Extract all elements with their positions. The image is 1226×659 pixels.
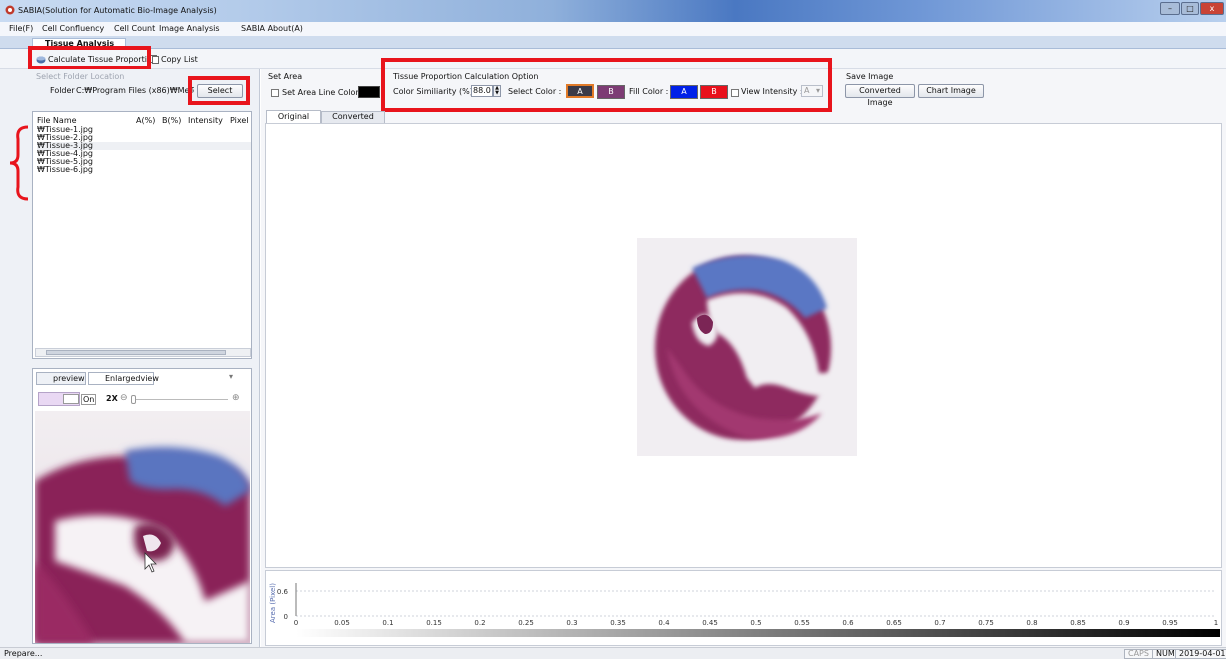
set-area-line-color-label: Set Area Line Color : bbox=[282, 88, 364, 97]
list-item[interactable]: ₩Tissue-6.jpg bbox=[37, 166, 251, 174]
status-bar: Prepare... CAPS NUM 2019-04-01 bbox=[0, 647, 1226, 659]
histogram-chart: Area (Pixel) 0.600 0.05 0.1 0.15 0.2 0.25 0.3 0.… bbox=[269, 583, 1220, 637]
file-list[interactable]: File Name A(%) B(%) Intensity Pixel ₩Tis… bbox=[32, 111, 252, 359]
chart-area: Area (Pixel) 0.6 0 0 0.05 0.1 0.15 0.2 0.25 0.3 0.… bbox=[265, 570, 1222, 646]
document-tab-strip: Tissue Analysis x bbox=[0, 36, 1226, 58]
x-tick-label: 0.7 bbox=[934, 619, 945, 627]
zoom-plus-icon[interactable]: ⊕ bbox=[232, 393, 240, 403]
x-tick-label: 0.45 bbox=[702, 619, 718, 627]
folder-group-label: Select Folder Location bbox=[36, 72, 125, 81]
dropdown-arrow-icon[interactable]: ▾ bbox=[229, 372, 233, 381]
save-chart-image-button[interactable]: Chart Image bbox=[918, 84, 984, 98]
x-tick-label: 0.2 bbox=[474, 619, 485, 627]
x-tick-label: 0.95 bbox=[1162, 619, 1178, 627]
tab-original-image[interactable]: Original Image bbox=[266, 110, 321, 132]
caps-indicator: CAPS bbox=[1124, 649, 1153, 659]
column-intensity[interactable]: Intensity bbox=[188, 116, 223, 125]
tab-preview[interactable]: preview bbox=[36, 372, 86, 385]
image-viewport[interactable] bbox=[265, 123, 1222, 568]
zoom-slider-thumb[interactable] bbox=[131, 395, 136, 404]
window-title: SABIA(Solution for Automatic Bio-Image A… bbox=[18, 6, 217, 15]
menu-image-analysis[interactable]: Image Analysis bbox=[159, 24, 220, 33]
folder-label: Folder bbox=[50, 86, 75, 95]
preview-pane: preview Enlargedview ▾ On 2X ⊖ ⊕ bbox=[32, 368, 252, 644]
x-tick-label: 0.25 bbox=[518, 619, 534, 627]
x-tick-label: 0.1 bbox=[382, 619, 393, 627]
intensity-gradient-bar bbox=[296, 629, 1220, 637]
scrollbar-thumb[interactable] bbox=[46, 350, 226, 355]
x-tick-label: 0.6 bbox=[842, 619, 854, 627]
column-b[interactable]: B(%) bbox=[162, 116, 181, 125]
x-tick-label: 0.8 bbox=[1026, 619, 1037, 627]
x-tick-label: 0.85 bbox=[1070, 619, 1086, 627]
x-tick-label: 0.5 bbox=[750, 619, 761, 627]
highlight-calculate-box bbox=[28, 46, 151, 70]
x-tick-label: 0.05 bbox=[334, 619, 350, 627]
status-text: Prepare... bbox=[4, 649, 43, 658]
highlight-option-box bbox=[381, 58, 832, 112]
date-indicator: 2019-04-01 bbox=[1175, 649, 1226, 659]
app-icon bbox=[5, 5, 15, 15]
x-tick-label: 1 bbox=[1214, 619, 1218, 627]
set-area-checkbox[interactable] bbox=[271, 89, 279, 97]
zoom-level: 2X bbox=[106, 394, 118, 403]
tab-converted-image[interactable]: Converted Image bbox=[321, 111, 385, 131]
tab-enlargedview[interactable]: Enlargedview bbox=[88, 372, 159, 385]
set-area-title: Set Area bbox=[268, 72, 303, 81]
column-pixel[interactable]: Pixel bbox=[230, 116, 249, 125]
zoom-slider[interactable] bbox=[132, 399, 228, 400]
x-tick-label: 0 bbox=[294, 619, 298, 627]
menu-cell-count[interactable]: Cell Count bbox=[114, 24, 155, 33]
copy-list-label: Copy List bbox=[161, 55, 198, 64]
menu-cell-confluency[interactable]: Cell Confluency bbox=[42, 24, 104, 33]
brace-annotation-icon bbox=[9, 125, 29, 201]
x-tick-label: 0.15 bbox=[426, 619, 442, 627]
title-bar: SABIA(Solution for Automatic Bio-Image A… bbox=[0, 0, 1226, 22]
x-tick-label: 0.9 bbox=[1118, 619, 1129, 627]
zoom-minus-icon[interactable]: ⊖ bbox=[120, 393, 128, 403]
save-converted-image-button[interactable]: Converted Image bbox=[845, 84, 915, 107]
toggle-on-label: On bbox=[81, 394, 97, 405]
copy-list-button[interactable]: Copy List bbox=[150, 54, 205, 66]
highlight-select-box bbox=[188, 76, 250, 105]
folder-path: C:₩Program Files (x86)₩MeTo bbox=[76, 86, 194, 95]
y-axis-label: Area (Pixel) bbox=[269, 583, 277, 623]
tab-preview-label: preview bbox=[53, 374, 85, 383]
x-tick-label: 0.3 bbox=[566, 619, 577, 627]
save-image-title: Save Image bbox=[846, 72, 894, 81]
copy-icon bbox=[150, 55, 159, 64]
x-tick-label: 0.4 bbox=[658, 619, 670, 627]
close-window-button[interactable]: x bbox=[1200, 2, 1224, 15]
menu-file[interactable]: File(F) bbox=[9, 24, 33, 33]
horizontal-scrollbar[interactable] bbox=[35, 348, 251, 357]
x-tick-label: 0.75 bbox=[978, 619, 994, 627]
y-tick-label: 0.6 bbox=[277, 588, 289, 596]
column-a[interactable]: A(%) bbox=[136, 116, 155, 125]
toggle-switch[interactable] bbox=[38, 392, 80, 406]
menu-bar: File(F) Cell Confluency Cell Count Image… bbox=[0, 22, 1226, 36]
x-tick-label: 0.35 bbox=[610, 619, 626, 627]
tab-enlargedview-label: Enlargedview bbox=[105, 374, 159, 383]
column-file-name[interactable]: File Name bbox=[37, 116, 77, 125]
line-color-swatch[interactable] bbox=[358, 86, 380, 98]
x-tick-label: 0.55 bbox=[794, 619, 810, 627]
x-tick-label: 0.65 bbox=[886, 619, 902, 627]
menu-sabia-about[interactable]: SABIA About(A) bbox=[241, 24, 303, 33]
maximize-button[interactable]: □ bbox=[1181, 2, 1199, 15]
enlarged-tissue-image bbox=[35, 411, 250, 643]
minimize-button[interactable]: – bbox=[1160, 2, 1180, 15]
tissue-image bbox=[637, 238, 857, 456]
y-tick-label: 0 bbox=[284, 613, 288, 621]
